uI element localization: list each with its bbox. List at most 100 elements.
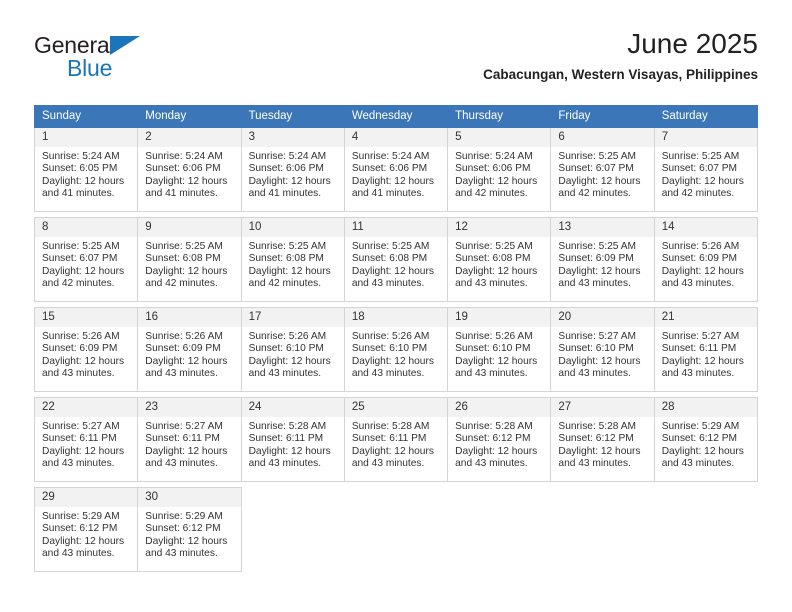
calendar-day-cell[interactable]: 16 Sunrise: 5:26 AM Sunset: 6:09 PM Dayligh… — [137, 307, 242, 392]
day-details: Sunrise: 5:27 AM Sunset: 6:11 PM Daylight:… — [138, 417, 240, 471]
calendar-day-cell[interactable]: 18 Sunrise: 5:26 AM Sunset: 6:10 PM Dayligh… — [343, 307, 449, 392]
daylight-text-line2: and 42 minutes. — [661, 188, 735, 200]
day-details: Sunrise: 5:26 AM Sunset: 6:10 PM Daylight:… — [345, 327, 447, 381]
daylight-text-line1: Daylight: 12 hours — [248, 265, 331, 277]
weekday-header-thursday: Thursday — [447, 105, 552, 128]
calendar-day-cell[interactable]: 11 Sunrise: 5:25 AM Sunset: 6:08 PM Dayligh… — [343, 217, 449, 302]
logo-triangle-icon — [110, 36, 140, 55]
day-number: 25 — [344, 398, 448, 417]
daylight-text-line1: Daylight: 12 hours — [145, 265, 228, 277]
day-details: Sunrise: 5:28 AM Sunset: 6:12 PM Daylight:… — [551, 417, 653, 471]
sunrise-text: Sunrise: 5:26 AM — [42, 331, 120, 342]
calendar-day-cell[interactable]: 12 Sunrise: 5:25 AM Sunset: 6:08 PM Dayligh… — [447, 217, 552, 302]
logo-text-blue: Blue — [67, 55, 113, 81]
day-number: 16 — [138, 308, 241, 327]
daylight-text-line1: Daylight: 12 hours — [558, 265, 641, 277]
calendar-day-cell[interactable]: 14 Sunrise: 5:26 AM Sunset: 6:09 PM Dayligh… — [653, 217, 759, 302]
daylight-text-line2: and 43 minutes. — [248, 368, 322, 380]
calendar-day-cell[interactable]: 8 Sunrise: 5:25 AM Sunset: 6:07 PM Daylight… — [33, 217, 139, 302]
daylight-text-line1: Daylight: 12 hours — [661, 265, 744, 277]
day-details: Sunrise: 5:25 AM Sunset: 6:08 PM Daylight:… — [242, 237, 344, 291]
calendar-day-cell[interactable]: 1 Sunrise: 5:24 AM Sunset: 6:05 PM Daylight… — [33, 127, 139, 212]
daylight-text-line2: and 42 minutes. — [42, 278, 115, 290]
sunrise-text: Sunrise: 5:24 AM — [42, 151, 120, 162]
sunrise-text: Sunrise: 5:25 AM — [145, 241, 223, 252]
calendar-day-cell[interactable]: 7 Sunrise: 5:25 AM Sunset: 6:07 PM Daylight… — [653, 127, 759, 212]
daylight-text-line1: Daylight: 12 hours — [661, 445, 744, 457]
day-details: Sunrise: 5:29 AM Sunset: 6:12 PM Daylight:… — [138, 507, 240, 561]
calendar-day-cell[interactable]: 22 Sunrise: 5:27 AM Sunset: 6:11 PM Dayligh… — [33, 397, 139, 482]
daylight-text-line2: and 42 minutes. — [455, 188, 528, 200]
calendar-day-cell[interactable]: 30 Sunrise: 5:29 AM Sunset: 6:12 PM Dayligh… — [137, 487, 242, 572]
day-number: 29 — [35, 488, 138, 507]
day-details: Sunrise: 5:27 AM Sunset: 6:11 PM Daylight:… — [655, 327, 757, 381]
sunset-text: Sunset: 6:10 PM — [558, 343, 634, 355]
calendar-day-cell[interactable]: 15 Sunrise: 5:26 AM Sunset: 6:09 PM Dayligh… — [33, 307, 139, 392]
day-number: 21 — [654, 308, 757, 327]
sunset-text: Sunset: 6:05 PM — [42, 163, 118, 175]
calendar-day-cell[interactable]: 24 Sunrise: 5:28 AM Sunset: 6:11 PM Dayligh… — [240, 397, 345, 482]
daylight-text-line1: Daylight: 12 hours — [455, 175, 538, 187]
daylight-text-line2: and 43 minutes. — [455, 278, 528, 290]
calendar-day-cell[interactable]: 17 Sunrise: 5:26 AM Sunset: 6:10 PM Dayligh… — [240, 307, 345, 392]
sunrise-text: Sunrise: 5:24 AM — [351, 151, 430, 162]
sunset-text: Sunset: 6:07 PM — [661, 163, 738, 175]
daylight-text-line2: and 43 minutes. — [351, 278, 425, 290]
daylight-text-line2: and 43 minutes. — [42, 548, 115, 560]
calendar-day-cell[interactable]: 23 Sunrise: 5:27 AM Sunset: 6:11 PM Dayligh… — [137, 397, 242, 482]
day-details: Sunrise: 5:25 AM Sunset: 6:08 PM Daylight:… — [138, 237, 240, 291]
calendar-day-cell[interactable]: 27 Sunrise: 5:28 AM Sunset: 6:12 PM Dayligh… — [550, 397, 655, 482]
day-details: Sunrise: 5:26 AM Sunset: 6:10 PM Daylight:… — [242, 327, 344, 381]
calendar-day-cell[interactable]: 25 Sunrise: 5:28 AM Sunset: 6:11 PM Dayligh… — [343, 397, 449, 482]
day-details: Sunrise: 5:27 AM Sunset: 6:10 PM Daylight:… — [551, 327, 653, 381]
calendar-day-cell[interactable]: 2 Sunrise: 5:24 AM Sunset: 6:06 PM Daylight… — [137, 127, 242, 212]
daylight-text-line1: Daylight: 12 hours — [351, 175, 434, 187]
day-number: 28 — [654, 398, 757, 417]
weekday-header-sunday: Sunday — [33, 105, 139, 128]
daylight-text-line2: and 43 minutes. — [145, 368, 218, 380]
sunrise-text: Sunrise: 5:24 AM — [248, 151, 327, 162]
day-number: 20 — [551, 308, 654, 327]
daylight-text-line2: and 41 minutes. — [248, 188, 322, 200]
calendar-day-cell[interactable]: 29 Sunrise: 5:29 AM Sunset: 6:12 PM Dayligh… — [33, 487, 139, 572]
daylight-text-line2: and 43 minutes. — [351, 458, 425, 470]
calendar-day-cell[interactable]: 3 Sunrise: 5:24 AM Sunset: 6:06 PM Daylight… — [240, 127, 345, 212]
daylight-text-line2: and 43 minutes. — [661, 368, 735, 380]
calendar-day-cell[interactable]: 5 Sunrise: 5:24 AM Sunset: 6:06 PM Daylight… — [447, 127, 552, 212]
calendar-day-cell[interactable]: 6 Sunrise: 5:25 AM Sunset: 6:07 PM Daylight… — [550, 127, 655, 212]
calendar-day-cell[interactable]: 26 Sunrise: 5:28 AM Sunset: 6:12 PM Dayligh… — [447, 397, 552, 482]
day-number: 6 — [551, 128, 654, 147]
sunset-text: Sunset: 6:09 PM — [42, 343, 118, 355]
calendar-day-cell[interactable]: 21 Sunrise: 5:27 AM Sunset: 6:11 PM Dayligh… — [653, 307, 759, 392]
daylight-text-line1: Daylight: 12 hours — [42, 175, 125, 187]
calendar-day-cell[interactable]: 10 Sunrise: 5:25 AM Sunset: 6:08 PM Dayligh… — [240, 217, 345, 302]
calendar-week-row: 22 Sunrise: 5:27 AM Sunset: 6:11 PM Dayligh… — [33, 397, 759, 482]
day-details: Sunrise: 5:25 AM Sunset: 6:09 PM Daylight:… — [551, 237, 653, 291]
sunrise-text: Sunrise: 5:27 AM — [661, 331, 740, 342]
daylight-text-line1: Daylight: 12 hours — [455, 445, 538, 457]
sunrise-text: Sunrise: 5:28 AM — [248, 421, 327, 432]
sunrise-text: Sunrise: 5:25 AM — [351, 241, 430, 252]
day-number: 3 — [241, 128, 344, 147]
calendar-body: 1 Sunrise: 5:24 AM Sunset: 6:05 PM Daylight… — [33, 127, 759, 572]
sunset-text: Sunset: 6:09 PM — [558, 253, 634, 265]
day-details: Sunrise: 5:29 AM Sunset: 6:12 PM Daylight:… — [35, 507, 137, 561]
daylight-text-line2: and 41 minutes. — [351, 188, 425, 200]
sunrise-text: Sunrise: 5:28 AM — [558, 421, 636, 432]
day-details: Sunrise: 5:24 AM Sunset: 6:05 PM Daylight:… — [35, 147, 137, 201]
day-number: 11 — [344, 218, 448, 237]
sunrise-text: Sunrise: 5:25 AM — [455, 241, 533, 252]
calendar-day-cell-empty — [550, 487, 655, 572]
daylight-text-line2: and 42 minutes. — [248, 278, 322, 290]
calendar-day-cell[interactable]: 19 Sunrise: 5:26 AM Sunset: 6:10 PM Dayligh… — [447, 307, 552, 392]
sunrise-text: Sunrise: 5:27 AM — [145, 421, 223, 432]
sunrise-text: Sunrise: 5:24 AM — [455, 151, 533, 162]
daylight-text-line1: Daylight: 12 hours — [42, 445, 125, 457]
calendar-day-cell[interactable]: 20 Sunrise: 5:27 AM Sunset: 6:10 PM Dayligh… — [550, 307, 655, 392]
calendar-day-cell[interactable]: 9 Sunrise: 5:25 AM Sunset: 6:08 PM Daylight… — [137, 217, 242, 302]
day-number: 24 — [241, 398, 344, 417]
calendar-day-cell[interactable]: 28 Sunrise: 5:29 AM Sunset: 6:12 PM Dayligh… — [653, 397, 759, 482]
calendar-day-cell[interactable]: 13 Sunrise: 5:25 AM Sunset: 6:09 PM Dayligh… — [550, 217, 655, 302]
calendar-day-cell[interactable]: 4 Sunrise: 5:24 AM Sunset: 6:06 PM Daylight… — [343, 127, 449, 212]
sunrise-text: Sunrise: 5:27 AM — [42, 421, 120, 432]
